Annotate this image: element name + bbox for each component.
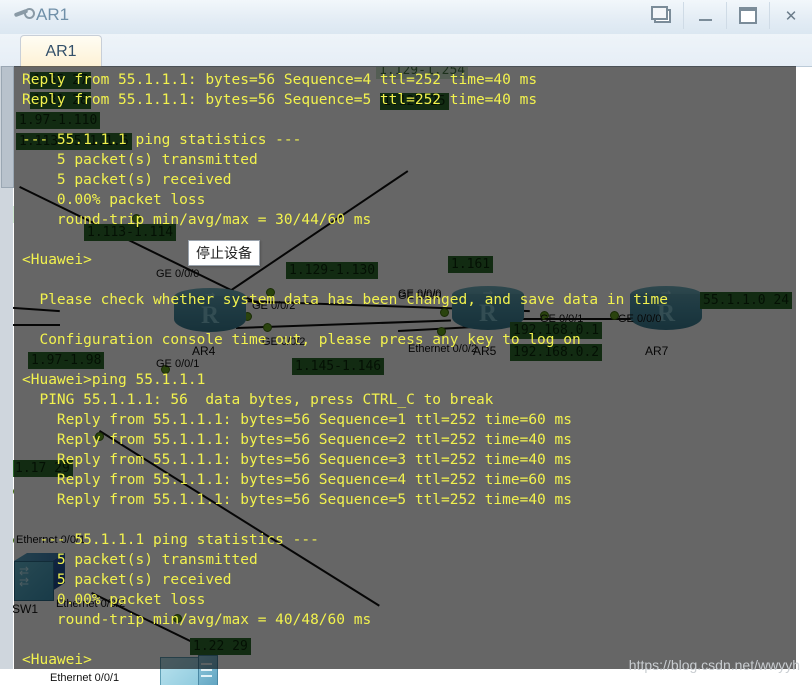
terminal-line: Reply from 55.1.1.1: bytes=56 Sequence=3… (22, 452, 572, 468)
terminal-line: Configuration console time out, please p… (22, 332, 581, 348)
window-titlebar[interactable]: AR1 ✕ (0, 0, 812, 35)
tab-ar1[interactable]: AR1 (20, 35, 102, 67)
close-button[interactable]: ✕ (769, 2, 812, 29)
terminal-window: AR1 ✕ AR1 Reply from 55.1.1.1: bytes=56 … (0, 0, 812, 685)
terminal-line: --- 55.1.1.1 ping statistics --- (22, 132, 302, 148)
terminal-line: round-trip min/avg/max = 30/44/60 ms (22, 212, 372, 228)
terminal-line: <Huawei> (22, 252, 92, 268)
terminal-line: 0.00% packet loss (22, 192, 206, 208)
restore-button[interactable] (641, 2, 683, 29)
terminal-line: Reply from 55.1.1.1: bytes=56 Sequence=4… (22, 72, 538, 88)
terminal-line: Please check whether system data has bee… (22, 292, 669, 308)
maximize-button[interactable] (726, 2, 769, 29)
terminal-line: --- 55.1.1.1 ping statistics --- (22, 532, 319, 548)
terminal-line: 0.00% packet loss (22, 592, 206, 608)
scrollbar-thumb[interactable] (1, 66, 14, 188)
terminal-line: 5 packet(s) received (22, 572, 232, 588)
terminal-line: Reply from 55.1.1.1: bytes=56 Sequence=5… (22, 92, 538, 108)
terminal-line: <Huawei>ping 55.1.1.1 (22, 372, 206, 388)
stop-device-tooltip: 停止设备 (188, 240, 260, 266)
key-icon (13, 8, 35, 22)
terminal-line: 5 packet(s) transmitted (22, 152, 258, 168)
terminal-line: 5 packet(s) transmitted (22, 552, 258, 568)
terminal-line: Reply from 55.1.1.1: bytes=56 Sequence=2… (22, 432, 572, 448)
terminal-line: Reply from 55.1.1.1: bytes=56 Sequence=1… (22, 412, 572, 428)
terminal-scrollbar[interactable] (0, 66, 14, 669)
window-title: AR1 (36, 5, 70, 24)
terminal-line: round-trip min/avg/max = 40/48/60 ms (22, 612, 372, 628)
window-controls: ✕ (641, 0, 812, 34)
ensp-app-window: ⇄ R AR4 GE 0/0/0 GE 0/0/1 GE 0/0/2 GE 0/… (0, 0, 812, 685)
watermark-text: https://blog.csdn.net/wwyyh (628, 657, 800, 673)
terminal-line: PING 55.1.1.1: 56 data bytes, press CTRL… (22, 392, 494, 408)
terminal-line: Reply from 55.1.1.1: bytes=56 Sequence=4… (22, 472, 572, 488)
terminal-output[interactable]: Reply from 55.1.1.1: bytes=56 Sequence=4… (14, 66, 796, 669)
tab-strip: AR1 (0, 34, 812, 67)
terminal-line: Reply from 55.1.1.1: bytes=56 Sequence=5… (22, 492, 572, 508)
minimize-button[interactable] (683, 2, 726, 29)
terminal-line: 5 packet(s) received (22, 172, 232, 188)
